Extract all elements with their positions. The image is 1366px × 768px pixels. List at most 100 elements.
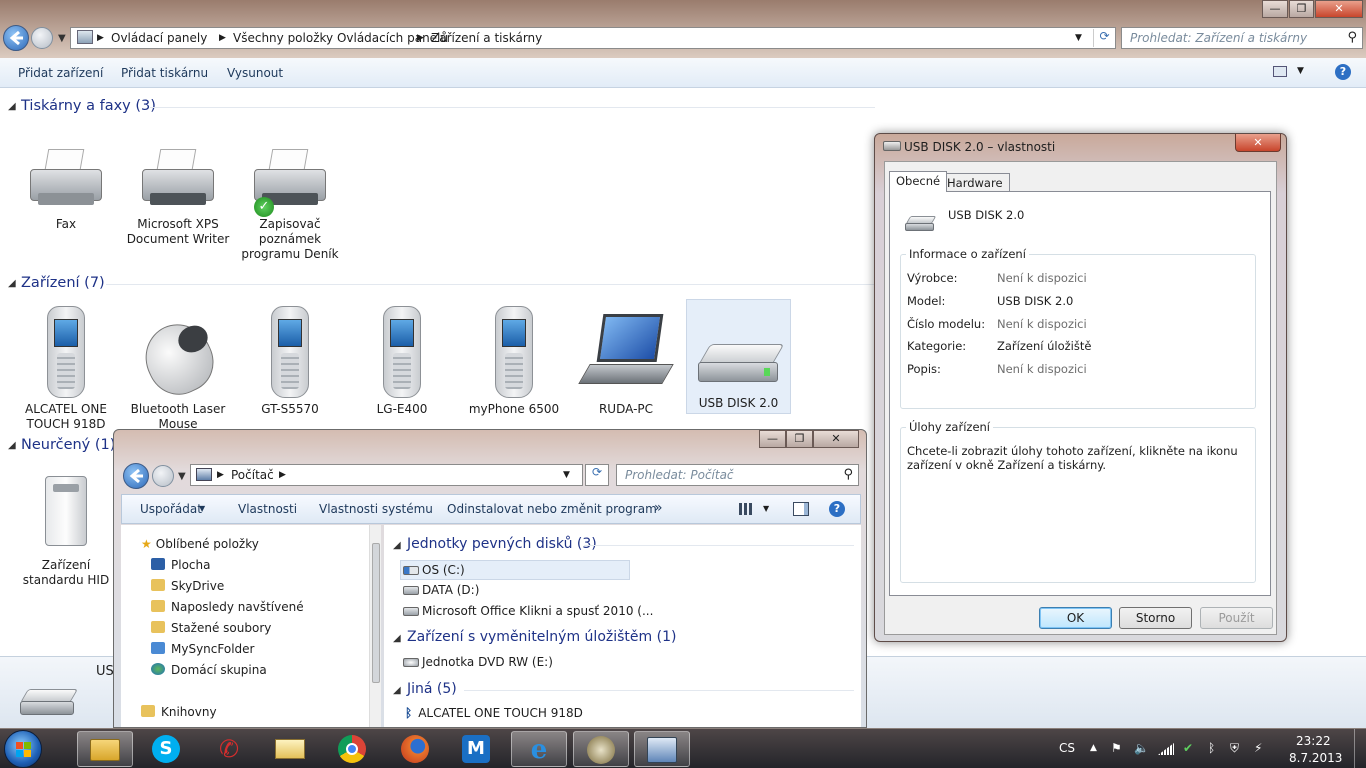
power-icon[interactable]: ⚡	[1254, 741, 1262, 755]
system-properties-button[interactable]: Vlastnosti systému	[319, 502, 433, 516]
volume-icon[interactable]: 🔈	[1134, 741, 1149, 755]
organize-button[interactable]: Uspořádat	[140, 502, 202, 516]
taskbar-chrome[interactable]	[324, 731, 380, 767]
search-input[interactable]: Prohledat: Zařízení a tiskárny	[1130, 31, 1307, 45]
minimize-button[interactable]: —	[1262, 0, 1288, 18]
group-unspecified-title[interactable]: Neurčený (1)	[21, 437, 115, 453]
properties-button[interactable]: Vlastnosti	[238, 502, 297, 516]
device-lg-e400[interactable]: LG-E400	[348, 306, 456, 417]
preview-pane-icon[interactable]	[793, 502, 809, 516]
device-fax[interactable]: Fax	[12, 147, 120, 232]
minimize-button[interactable]: —	[759, 430, 786, 448]
device-alcatel[interactable]: ALCATEL ONE TOUCH 918D	[12, 306, 120, 432]
device-alcatel-item[interactable]: ᛒ ALCATEL ONE TOUCH 918D	[405, 706, 583, 720]
cancel-button[interactable]: Storno	[1119, 607, 1192, 629]
breadcrumb-item[interactable]: Počítač	[231, 468, 274, 482]
taskbar-phone[interactable]: ✆	[201, 731, 257, 767]
refresh-icon[interactable]: ⟳	[585, 464, 609, 486]
device-usb-disk[interactable]: USB DISK 2.0	[686, 299, 791, 414]
add-printer-button[interactable]: Přidat tiskárnu	[121, 66, 208, 80]
security-icon[interactable]: ⛨	[1230, 741, 1239, 756]
bluetooth-icon[interactable]: ᛒ	[1208, 741, 1215, 755]
recent-pages-icon[interactable]: ▼	[178, 471, 186, 482]
taskbar-explorer[interactable]	[77, 731, 133, 767]
taskbar-app[interactable]	[573, 731, 629, 767]
taskbar-firefox[interactable]	[387, 731, 443, 767]
clock-time[interactable]: 23:22	[1296, 734, 1331, 748]
dialog-close-button[interactable]: ✕	[1235, 134, 1281, 152]
uninstall-button[interactable]: Odinstalovat nebo změnit program	[447, 502, 657, 516]
collapse-icon[interactable]: ◢	[8, 440, 16, 451]
show-desktop-button[interactable]	[1354, 729, 1366, 768]
scrollbar[interactable]	[369, 525, 381, 727]
start-button[interactable]	[4, 730, 42, 768]
taskbar-ie[interactable]: e	[511, 731, 567, 767]
tree-item-mysyncfolder[interactable]: MySyncFolder	[151, 642, 254, 656]
sync-icon[interactable]: ✔	[1183, 741, 1193, 755]
back-button[interactable]	[123, 463, 149, 489]
search-box[interactable]: Prohledat: Zařízení a tiskárny ⚲	[1121, 27, 1363, 49]
taskbar-skype[interactable]: S	[138, 731, 194, 767]
view-options-icon[interactable]	[1273, 66, 1287, 77]
breadcrumb-item[interactable]: Ovládací panely	[111, 31, 207, 45]
close-button[interactable]: ✕	[1315, 0, 1363, 18]
search-input[interactable]: Prohledat: Počítač	[625, 468, 734, 482]
section-title[interactable]: Jednotky pevných disků (3)	[407, 536, 597, 552]
device-bluetooth-mouse[interactable]: Bluetooth Laser Mouse	[124, 306, 232, 432]
forward-button[interactable]	[152, 465, 174, 487]
taskbar-maxthon[interactable]: M	[448, 731, 504, 767]
maximize-button[interactable]: ❐	[786, 430, 813, 448]
language-indicator[interactable]: CS	[1059, 741, 1075, 755]
collapse-icon[interactable]: ◢	[393, 685, 401, 696]
address-bar[interactable]: ▶ Ovládací panely ▶ Všechny položky Ovlá…	[70, 27, 1116, 49]
tree-item-favorites[interactable]: ★ Oblíbené položky	[141, 537, 259, 551]
chevron-down-icon[interactable]: ▼	[1297, 66, 1304, 76]
network-icon[interactable]	[1158, 743, 1174, 755]
help-icon[interactable]: ?	[829, 501, 845, 517]
recent-pages-icon[interactable]: ▼	[58, 33, 66, 44]
refresh-icon[interactable]: ⟳	[1093, 29, 1115, 47]
tree-item-skydrive[interactable]: SkyDrive	[151, 579, 224, 593]
section-title[interactable]: Zařízení s vyměnitelným úložištěm (1)	[407, 629, 676, 645]
apply-button[interactable]: Použít	[1200, 607, 1273, 629]
chevron-down-icon[interactable]: ▼	[763, 504, 769, 513]
chevron-down-icon[interactable]: ▼	[1075, 33, 1082, 43]
breadcrumb-item[interactable]: Všechny položky Ovládacích panelů	[233, 31, 448, 45]
drive-office[interactable]: Microsoft Office Klikni a spusť 2010 (..…	[403, 604, 653, 618]
section-title[interactable]: Jiná (5)	[407, 681, 457, 697]
drive-data-d[interactable]: DATA (D:)	[403, 583, 479, 597]
close-button[interactable]: ✕	[813, 430, 859, 448]
device-hid[interactable]: Zařízení standardu HID	[12, 474, 120, 588]
tree-item-desktop[interactable]: Plocha	[151, 558, 210, 572]
breadcrumb-item[interactable]: Zařízení a tiskárny	[431, 31, 542, 45]
more-commands-button[interactable]: »	[654, 500, 663, 516]
tree-item-downloads[interactable]: Stažené soubory	[151, 621, 271, 635]
device-ruda-pc[interactable]: RUDA-PC	[572, 306, 680, 417]
drive-os-c[interactable]: OS (C:)	[400, 560, 630, 580]
eject-button[interactable]: Vysunout	[227, 66, 283, 80]
tab-general[interactable]: Obecné	[889, 171, 948, 192]
search-icon[interactable]: ⚲	[843, 467, 853, 482]
help-icon[interactable]: ?	[1335, 64, 1351, 80]
back-button[interactable]	[3, 25, 29, 51]
tree-item-recent[interactable]: Naposledy navštívené	[151, 600, 304, 614]
collapse-icon[interactable]: ◢	[8, 101, 16, 112]
view-options-icon[interactable]	[739, 503, 753, 515]
scrollbar-thumb[interactable]	[372, 543, 380, 683]
collapse-icon[interactable]: ◢	[393, 633, 401, 644]
group-devices-title[interactable]: Zařízení (7)	[21, 275, 105, 291]
flag-icon[interactable]: ⚑	[1111, 741, 1122, 755]
collapse-icon[interactable]: ◢	[393, 540, 401, 551]
search-box[interactable]: Prohledat: Počítač ⚲	[616, 464, 859, 486]
tree-item-libraries[interactable]: Knihovny	[141, 705, 217, 719]
maximize-button[interactable]: ❐	[1289, 0, 1314, 18]
tab-hardware[interactable]: Hardware	[940, 173, 1010, 193]
address-bar[interactable]: ▶ Počítač ▶ ▼	[190, 464, 583, 486]
device-myphone[interactable]: myPhone 6500	[460, 306, 568, 417]
device-gt-s5570[interactable]: GT-S5570	[236, 306, 344, 417]
clock-date[interactable]: 8.7.2013	[1289, 751, 1342, 765]
collapse-icon[interactable]: ◢	[8, 278, 16, 289]
taskbar-mail[interactable]	[262, 731, 318, 767]
add-device-button[interactable]: Přidat zařízení	[18, 66, 103, 80]
chevron-down-icon[interactable]: ▼	[563, 470, 570, 480]
